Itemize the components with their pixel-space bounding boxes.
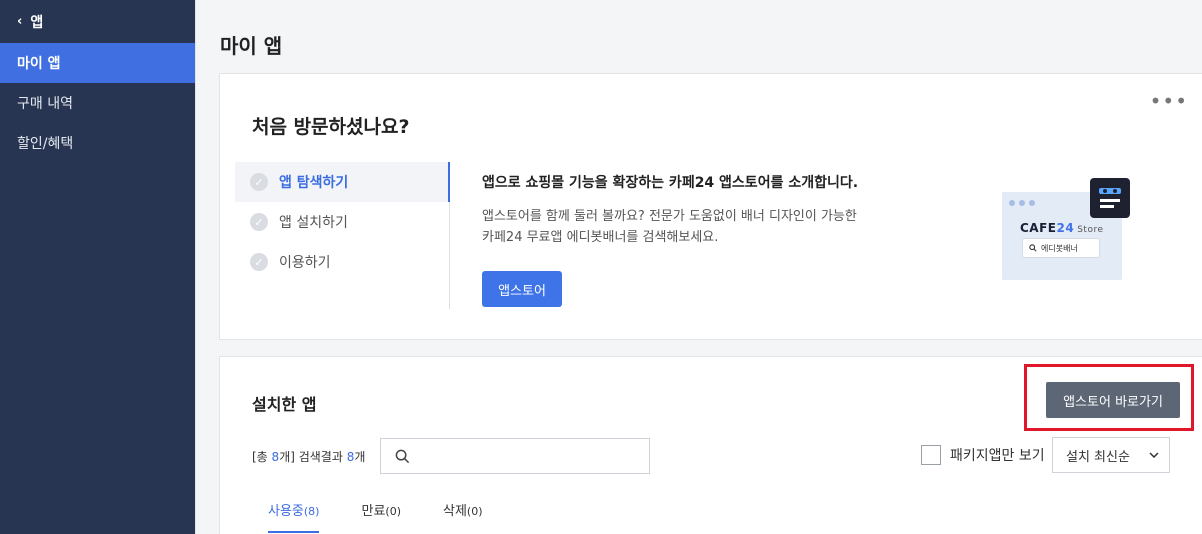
sidebar-item-label: 마이 앱 bbox=[17, 56, 61, 72]
tab-in-use[interactable]: 사용중(8) bbox=[268, 490, 320, 533]
sidebar: ‹ 앱 마이 앱 구매 내역 할인/혜택 bbox=[0, 0, 195, 534]
sort-selected-value: 설치 최신순 bbox=[1066, 449, 1130, 465]
robot-icon bbox=[1090, 178, 1130, 218]
more-options-button[interactable]: ••• bbox=[1150, 91, 1188, 111]
status-tabs: 사용중(8) 만료(0) 삭제(0) bbox=[268, 490, 525, 533]
step-install-apps[interactable]: ✓ 앱 설치하기 bbox=[235, 202, 449, 242]
sidebar-item-my-apps[interactable]: 마이 앱 bbox=[0, 43, 195, 83]
package-only-label: 패키지앱만 보기 bbox=[950, 448, 1045, 464]
step-explore-apps[interactable]: ✓ 앱 탐색하기 bbox=[235, 162, 450, 202]
search-icon bbox=[1029, 244, 1037, 252]
intro-description-line2: 카페24 무료앱 에디봇배너를 검색해보세요. bbox=[482, 230, 719, 245]
intro-steps: ✓ 앱 탐색하기 ✓ 앱 설치하기 ✓ 이용하기 bbox=[235, 162, 450, 309]
appstore-illustration: CAFE24 Store 에디봇배너 bbox=[1002, 178, 1130, 280]
installed-apps-card: 설치한 앱 앱스토어 바로가기 [총 8개] 검색결과 8개 패키지앱만 보기 … bbox=[219, 356, 1202, 534]
chevron-down-icon bbox=[1149, 452, 1159, 458]
window-dots bbox=[1009, 200, 1035, 206]
illustration-search-box: 에디봇배너 bbox=[1022, 238, 1100, 258]
search-input[interactable] bbox=[418, 448, 649, 464]
sort-select[interactable]: 설치 최신순 bbox=[1052, 437, 1170, 473]
sidebar-item-label: 구매 내역 bbox=[17, 96, 73, 112]
check-circle-icon: ✓ bbox=[250, 253, 268, 271]
intro-body: 앱으로 쇼핑몰 기능을 확장하는 카페24 앱스토어를 소개합니다. 앱스토어를… bbox=[482, 172, 902, 248]
sidebar-item-discounts[interactable]: 할인/혜택 bbox=[0, 123, 195, 163]
tab-expired[interactable]: 만료(0) bbox=[361, 490, 401, 533]
back-label: 앱 bbox=[30, 14, 44, 31]
intro-card: ••• 처음 방문하셨나요? ✓ 앱 탐색하기 ✓ 앱 설치하기 ✓ 이용하기 … bbox=[219, 73, 1202, 340]
search-field[interactable] bbox=[380, 438, 650, 474]
step-label: 앱 탐색하기 bbox=[279, 175, 349, 191]
check-circle-icon: ✓ bbox=[250, 173, 268, 191]
main-content: 마이 앱 ••• 처음 방문하셨나요? ✓ 앱 탐색하기 ✓ 앱 설치하기 ✓ … bbox=[196, 0, 1202, 534]
step-use-apps[interactable]: ✓ 이용하기 bbox=[235, 242, 449, 282]
package-only-toggle[interactable]: 패키지앱만 보기 bbox=[921, 445, 1045, 465]
appstore-button[interactable]: 앱스토어 bbox=[482, 271, 562, 307]
intro-title: 처음 방문하셨나요? bbox=[252, 116, 410, 138]
tab-deleted[interactable]: 삭제(0) bbox=[443, 490, 483, 533]
step-label: 앱 설치하기 bbox=[279, 215, 348, 231]
go-to-appstore-button[interactable]: 앱스토어 바로가기 bbox=[1046, 382, 1180, 418]
check-circle-icon: ✓ bbox=[250, 213, 268, 231]
installed-apps-title: 설치한 앱 bbox=[252, 395, 317, 414]
step-label: 이용하기 bbox=[279, 255, 331, 271]
cafe24-store-logo: CAFE24 Store bbox=[1020, 221, 1104, 235]
illustration-search-text: 에디봇배너 bbox=[1041, 243, 1078, 253]
page-title: 마이 앱 bbox=[220, 34, 283, 58]
intro-description-line1: 앱스토어를 함께 둘러 볼까요? 전문가 도움없이 배너 디자인이 가능한 bbox=[482, 209, 857, 224]
sidebar-item-label: 할인/혜택 bbox=[17, 136, 74, 152]
result-count: [총 8개] 검색결과 8개 bbox=[252, 450, 366, 464]
back-to-apps-link[interactable]: ‹ 앱 bbox=[0, 0, 195, 43]
search-icon bbox=[395, 449, 410, 463]
package-only-checkbox[interactable] bbox=[921, 445, 941, 465]
chevron-left-icon: ‹ bbox=[17, 14, 23, 29]
sidebar-item-purchase-history[interactable]: 구매 내역 bbox=[0, 83, 195, 123]
intro-heading: 앱으로 쇼핑몰 기능을 확장하는 카페24 앱스토어를 소개합니다. bbox=[482, 175, 859, 191]
